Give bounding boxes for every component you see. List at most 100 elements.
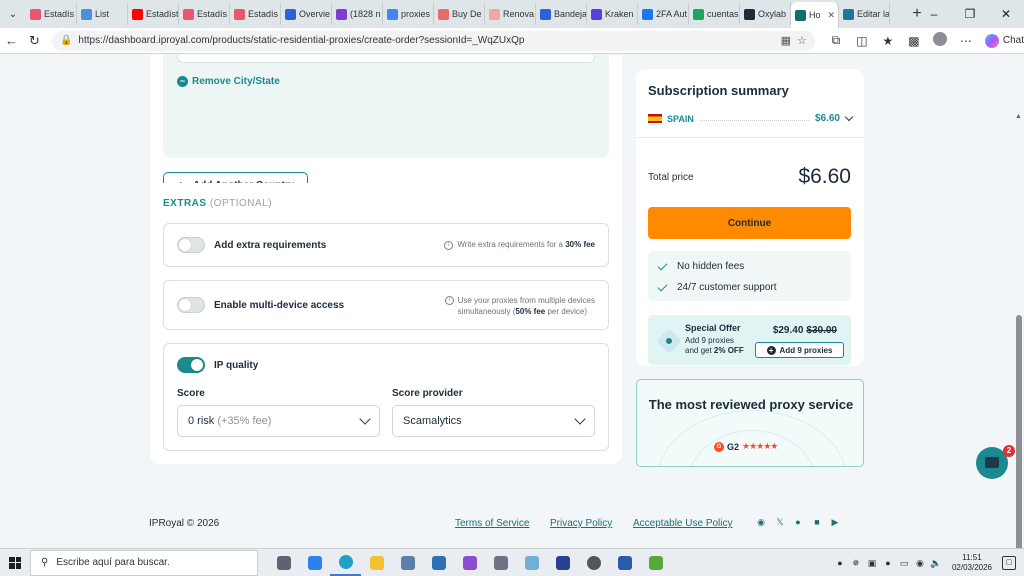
system-tray: ● ✵ ▣ ● ▭ ◉ 🔈 11:51 02/03/2026 ▢ [834, 549, 1024, 576]
tray-app-icon[interactable]: ▣ [866, 558, 878, 569]
task-view-icon[interactable] [268, 550, 299, 576]
g2-rating[interactable]: G G2 ★★★★★ [714, 441, 778, 452]
multi-device-hint-line2: simultaneously ( [457, 307, 516, 316]
browser-tab[interactable]: Kraken [587, 3, 638, 25]
extra-requirements-hint: i Write extra requirements for a 30% fee [444, 240, 595, 250]
visual-studio-icon[interactable] [454, 550, 485, 576]
network-icon[interactable]: ◉ [914, 558, 926, 569]
favorites-icon[interactable]: ★ [877, 34, 899, 48]
calculator-icon[interactable] [485, 550, 516, 576]
profile-avatar[interactable] [929, 32, 951, 49]
score-select[interactable]: 0 risk (+35% fee) [177, 405, 380, 437]
extra-requirements-label: Add extra requirements [214, 240, 327, 251]
privacy-link[interactable]: Privacy Policy [550, 518, 612, 529]
scrollbar-thumb[interactable] [1016, 315, 1022, 548]
page-scrollbar[interactable]: ▲ ▼ [1015, 113, 1022, 548]
app-grid-icon[interactable]: ▦ [781, 34, 791, 47]
refresh-icon[interactable]: ↻ [23, 33, 46, 49]
discord-icon[interactable]: ◉ [755, 517, 767, 528]
powershell-icon[interactable] [609, 550, 640, 576]
chat-label: Chat [1002, 35, 1024, 46]
notifications-icon[interactable]: ▢ [1002, 556, 1016, 570]
tray-app-icon[interactable]: ● [834, 558, 846, 568]
youtube-icon[interactable]: ▶ [829, 517, 841, 528]
volume-icon[interactable]: 🔈 [930, 558, 942, 569]
file-explorer-icon[interactable] [361, 550, 392, 576]
app-icon[interactable] [299, 550, 330, 576]
address-bar-row: ← ↻ 🔒 https://dashboard.iproyal.com/prod… [0, 28, 1024, 54]
edge-icon[interactable] [330, 550, 361, 576]
browser-tab[interactable]: (1828 n [332, 3, 383, 25]
acceptable-use-link[interactable]: Acceptable Use Policy [633, 518, 733, 529]
copilot-chat-button[interactable]: Chat [984, 33, 1024, 48]
collections-icon[interactable]: ▩ [903, 34, 925, 48]
tab-label: Oxylab [758, 9, 787, 19]
browser-tab[interactable]: Oxylab [740, 3, 791, 25]
info-icon: i [444, 241, 454, 250]
browser-tab[interactable]: Estadís [26, 3, 77, 25]
browser-tab[interactable]: Editar la [839, 3, 890, 25]
tab-label: Estadís [197, 9, 228, 19]
close-icon[interactable]: ✕ [988, 0, 1024, 28]
back-icon[interactable]: ← [0, 33, 23, 48]
ip-quality-toggle[interactable] [177, 357, 205, 373]
remove-city-button[interactable]: − Remove City/State [177, 76, 280, 87]
browser-tab[interactable]: Buy De [434, 3, 485, 25]
terms-link[interactable]: Terms of Service [455, 518, 529, 529]
url-field[interactable]: 🔒 https://dashboard.iproyal.com/products… [51, 30, 815, 51]
browser-tab[interactable]: cuentas [689, 3, 740, 25]
browser-tab[interactable]: Ho ✕ [791, 2, 839, 28]
tab-label: Kraken [605, 9, 634, 19]
favorite-star-icon[interactable]: ☆ [797, 34, 807, 47]
perk-label: 24/7 customer support [677, 282, 777, 293]
city-state-field[interactable] [177, 55, 595, 63]
tab-favicon-icon [591, 8, 602, 20]
tab-close-icon[interactable]: ✕ [828, 10, 836, 21]
extra-requirements-fee: 30% fee [565, 240, 595, 249]
browser-tab[interactable]: proxies [383, 3, 434, 25]
tab-actions-chevron-icon[interactable]: ⌄ [0, 0, 26, 28]
score-value: 0 risk [188, 415, 215, 427]
extensions-icon[interactable]: ⧉ [825, 33, 847, 48]
score-provider-select[interactable]: Scamalytics [392, 405, 595, 437]
browser-tab[interactable]: Bandeja [536, 3, 587, 25]
app-icon[interactable] [547, 550, 578, 576]
split-screen-icon[interactable]: ◫ [851, 34, 873, 48]
more-menu-icon[interactable]: ⋯ [955, 34, 977, 48]
browser-tab[interactable]: List [77, 3, 128, 25]
scroll-up-icon[interactable]: ▲ [1015, 113, 1022, 120]
special-offer-box: Special Offer Add 9 proxies and get 2% O… [648, 315, 851, 365]
browser-tab[interactable]: Estadís [230, 3, 281, 25]
restore-icon[interactable]: ❐ [952, 0, 988, 28]
browser-tab[interactable]: Overvie [281, 3, 332, 25]
taskbar-apps [268, 550, 671, 576]
bluetooth-icon[interactable]: ✵ [850, 558, 862, 569]
x-icon[interactable]: 𝕏 [774, 517, 786, 528]
url-text[interactable]: https://dashboard.iproyal.com/products/s… [78, 35, 774, 46]
perk-item: No hidden fees [657, 256, 841, 277]
offer-desc-line2: and get [685, 346, 714, 355]
taskbar-search[interactable]: ⚲ Escribe aquí para buscar. [30, 549, 258, 576]
app-icon[interactable] [423, 550, 454, 576]
tray-app-icon[interactable]: ● [882, 558, 894, 568]
continue-button[interactable]: Continue [648, 207, 851, 239]
browser-tab[interactable]: Estadíst [128, 3, 179, 25]
minimize-icon[interactable]: – [916, 0, 952, 28]
facebook-icon[interactable]: ● [792, 517, 804, 527]
start-button[interactable] [0, 556, 30, 569]
app-icon[interactable] [640, 550, 671, 576]
summary-country-row[interactable]: SPAIN $6.60 [648, 112, 854, 124]
browser-tab[interactable]: Renova [485, 3, 536, 25]
plus-circle-icon: + [766, 345, 776, 355]
browser-tab[interactable]: 2FA Aut [638, 3, 689, 25]
app-icon[interactable] [516, 550, 547, 576]
battery-icon[interactable]: ▭ [898, 558, 910, 569]
multi-device-toggle[interactable] [177, 297, 205, 313]
linkedin-icon[interactable]: ■ [811, 517, 823, 527]
taskbar-clock[interactable]: 11:51 02/03/2026 [952, 553, 992, 573]
app-icon[interactable] [392, 550, 423, 576]
extra-requirements-toggle[interactable] [177, 237, 205, 253]
settings-icon[interactable] [578, 550, 609, 576]
browser-tab[interactable]: Estadís [179, 3, 230, 25]
add-proxies-button[interactable]: + Add 9 proxies [755, 342, 844, 358]
